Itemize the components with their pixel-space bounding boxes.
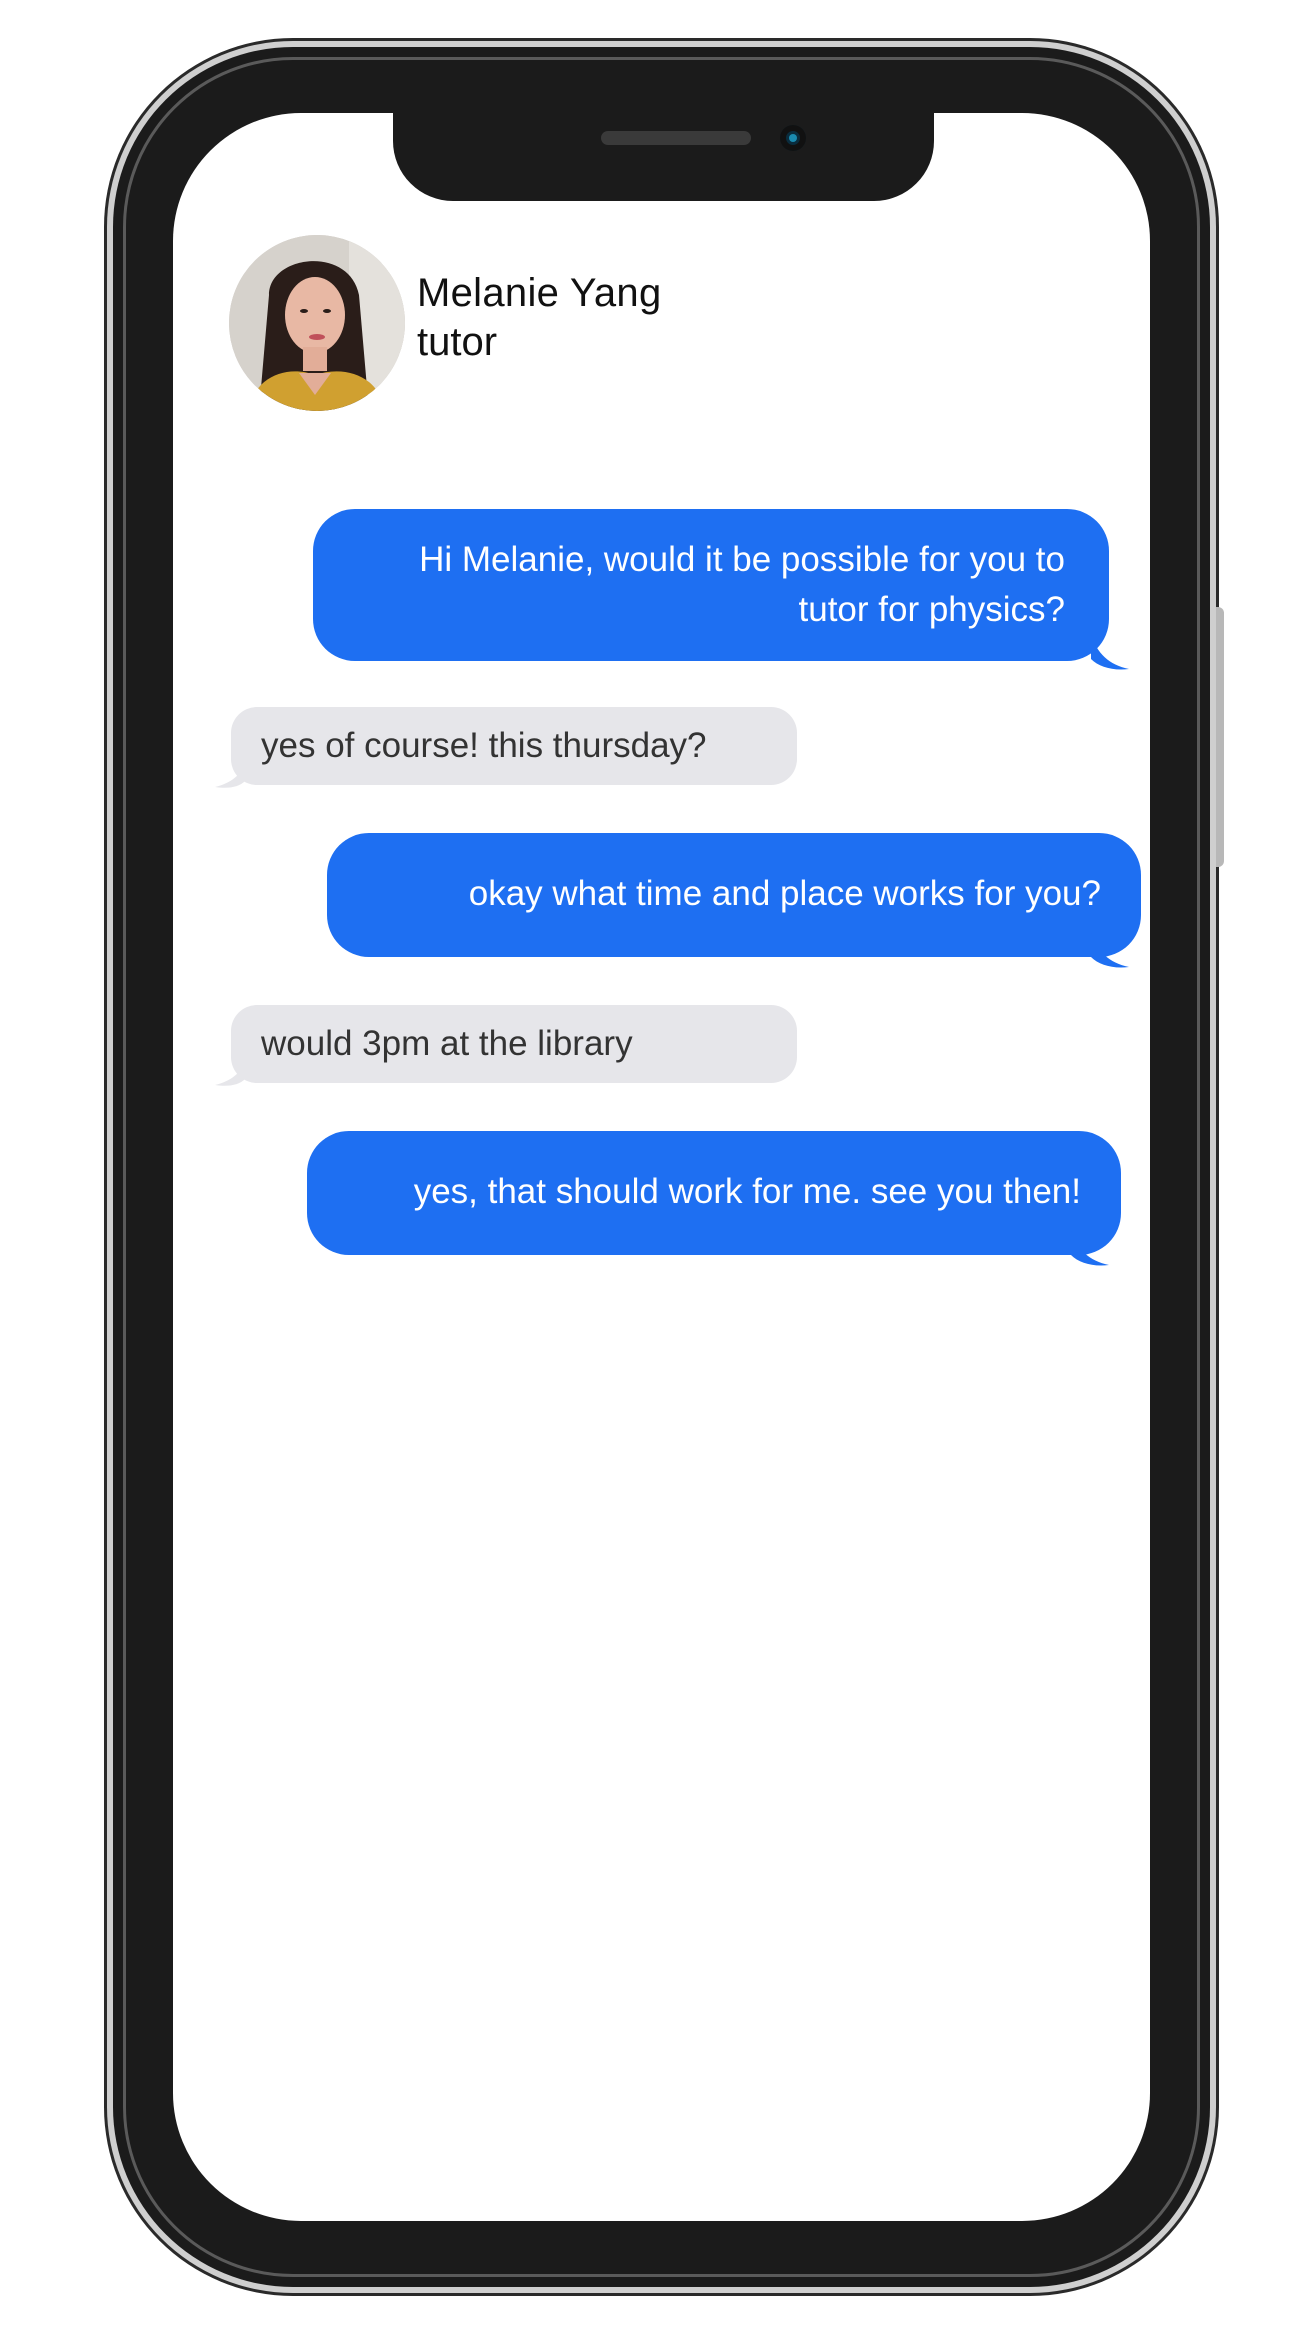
- message-bubble-outgoing[interactable]: yes, that should work for me. see you th…: [307, 1131, 1121, 1255]
- contact-role: tutor: [417, 320, 498, 364]
- message-text: would 3pm at the library: [261, 1024, 633, 1063]
- message-text: okay what time and place works for you?: [468, 874, 1101, 913]
- bubble-tail: [1071, 1231, 1109, 1266]
- message-text: Hi Melanie, would it be possible for you…: [419, 540, 1065, 629]
- contact-info: Melanie Yang tutor: [417, 269, 662, 367]
- contact-name: Melanie Yang: [417, 271, 662, 315]
- front-camera-icon: [780, 125, 806, 151]
- avatar[interactable]: [229, 235, 405, 411]
- message-text: yes of course! this thursday?: [261, 726, 707, 765]
- bubble-tail: [1091, 933, 1129, 968]
- notch: [393, 113, 934, 201]
- message-text: yes, that should work for me. see you th…: [413, 1172, 1081, 1211]
- message-bubble-incoming[interactable]: would 3pm at the library: [231, 1005, 797, 1083]
- bubble-tail: [215, 1061, 245, 1086]
- bubble-tail: [1091, 635, 1129, 670]
- bubble-tail: [215, 763, 245, 788]
- message-bubble-outgoing[interactable]: okay what time and place works for you?: [327, 833, 1141, 957]
- message-bubble-outgoing[interactable]: Hi Melanie, would it be possible for you…: [313, 509, 1109, 661]
- contact-header[interactable]: Melanie Yang tutor: [229, 235, 662, 411]
- avatar-photo: [229, 235, 405, 411]
- phone-screen: Melanie Yang tutor Hi Melanie, would it …: [173, 113, 1150, 2221]
- side-button: [1216, 607, 1224, 867]
- message-bubble-incoming[interactable]: yes of course! this thursday?: [231, 707, 797, 785]
- speaker-grille: [601, 131, 751, 145]
- phone-frame: Melanie Yang tutor Hi Melanie, would it …: [113, 47, 1224, 2287]
